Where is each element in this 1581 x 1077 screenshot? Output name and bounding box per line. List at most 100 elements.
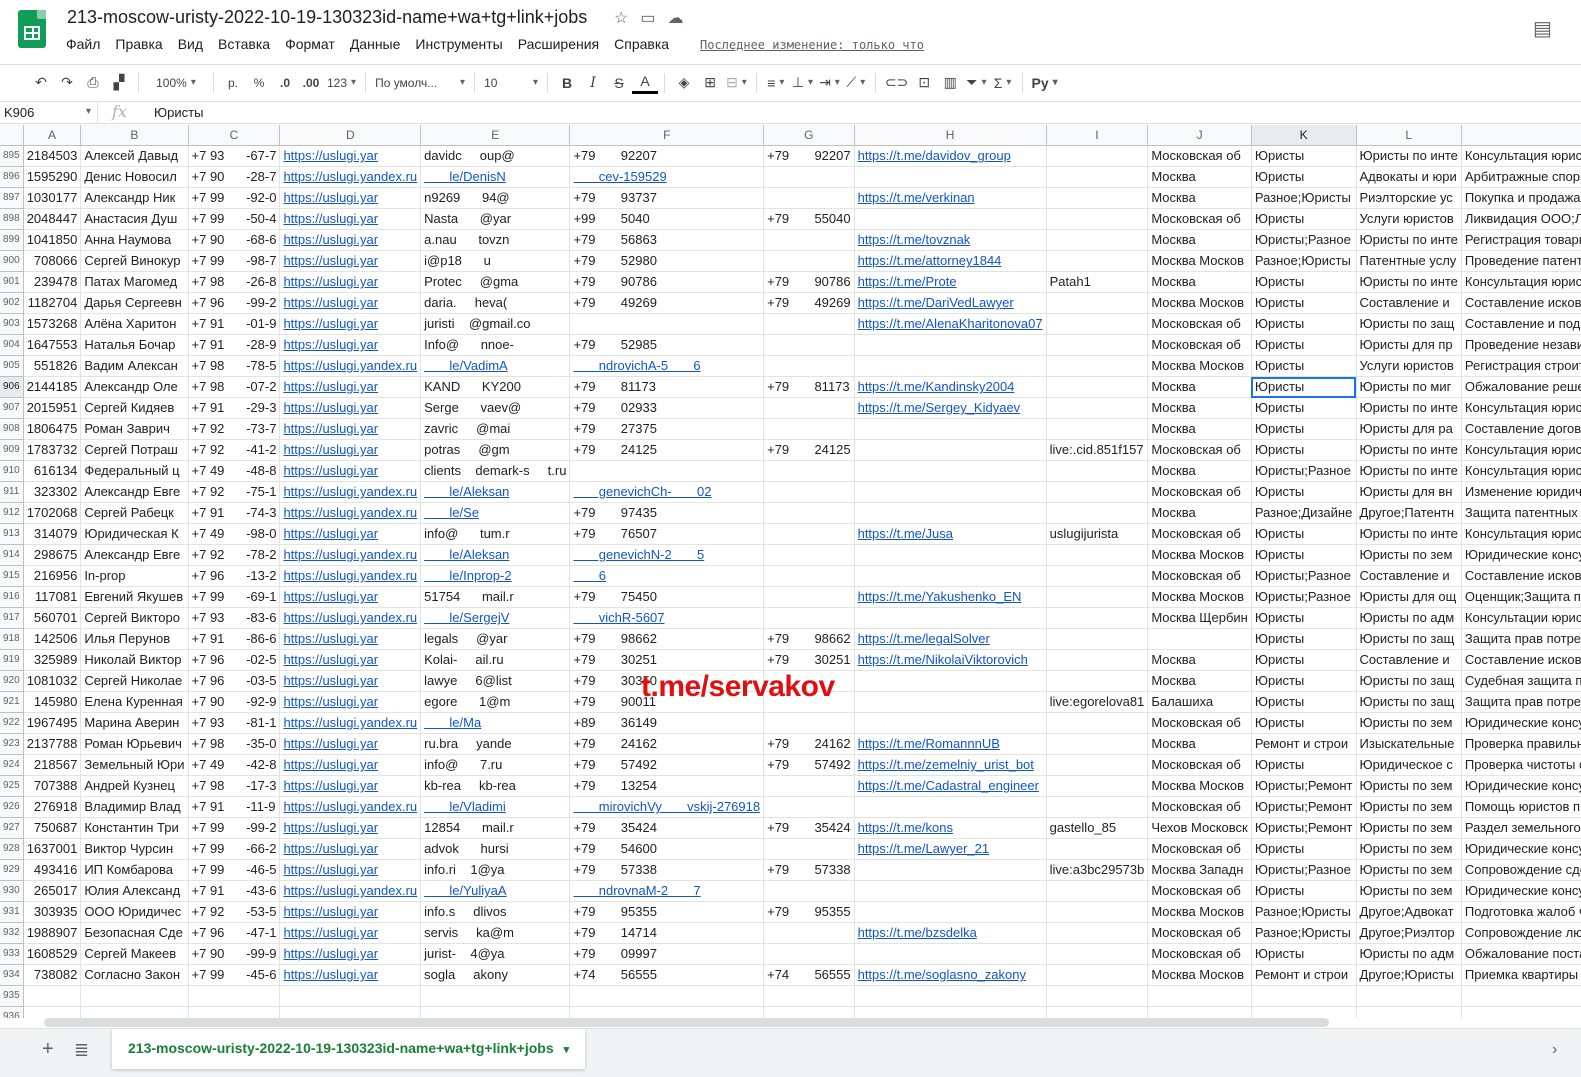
horizontal-align-icon[interactable]: ≡ bbox=[763, 69, 789, 97]
cell-b[interactable]: ИП Комбарова bbox=[80, 859, 189, 882]
last-edit-link[interactable]: Последнее изменение: только что bbox=[700, 38, 924, 52]
cell-l[interactable]: Юристы по инте bbox=[1356, 271, 1462, 294]
cell-a[interactable]: 2048447 bbox=[23, 208, 82, 231]
cell-c[interactable]: +7 99 -69-1 bbox=[188, 586, 281, 609]
cell-k[interactable] bbox=[1251, 1006, 1357, 1018]
cell-c[interactable]: +7 98 -17-3 bbox=[188, 775, 281, 798]
cell-c[interactable]: +7 90 -28-7 bbox=[188, 166, 281, 189]
cell-a[interactable]: 2015951 bbox=[23, 397, 82, 420]
cell-c[interactable]: +7 90 -68-6 bbox=[188, 229, 281, 252]
cell-i[interactable] bbox=[1046, 502, 1149, 525]
cell-j[interactable] bbox=[1147, 985, 1252, 1008]
row-header[interactable]: 900 bbox=[0, 250, 24, 273]
column-header-m[interactable]: M bbox=[1461, 125, 1581, 147]
cell-c[interactable]: +7 96 -02-5 bbox=[188, 649, 281, 672]
cell-k[interactable]: Юристы;Разное bbox=[1251, 859, 1357, 882]
cell-a[interactable]: 145980 bbox=[23, 691, 82, 714]
cell-k[interactable]: Юристы;Ремонт bbox=[1251, 796, 1357, 819]
cell-j[interactable] bbox=[1147, 628, 1252, 651]
sheets-logo-icon[interactable] bbox=[18, 10, 46, 48]
row-header[interactable]: 929 bbox=[0, 859, 24, 882]
row-header[interactable]: 907 bbox=[0, 397, 24, 420]
cell-m[interactable]: Консультации юристов по административным… bbox=[1461, 607, 1581, 630]
cell-a[interactable]: 1081032 bbox=[23, 670, 82, 693]
cell-d[interactable]: https://uslugi.yar bbox=[279, 439, 422, 462]
column-header-i[interactable]: I bbox=[1046, 125, 1149, 147]
cell-k[interactable]: Юристы bbox=[1251, 271, 1357, 294]
cell-b[interactable]: ООО Юридичес bbox=[80, 901, 189, 924]
cell-j[interactable]: Москва Москов bbox=[1147, 292, 1252, 315]
cell-c[interactable]: +7 98 -07-2 bbox=[188, 376, 281, 399]
cell-i[interactable] bbox=[1046, 901, 1149, 924]
cell-l[interactable]: Составление и bbox=[1356, 292, 1462, 315]
add-sheet-icon[interactable]: + bbox=[42, 1038, 54, 1061]
cell-k[interactable]: Юристы bbox=[1251, 880, 1357, 903]
cell-a[interactable]: 314079 bbox=[23, 523, 82, 546]
cell-f[interactable]: +89 36149 bbox=[569, 712, 765, 735]
cell-b[interactable]: Безопасная Сде bbox=[80, 922, 189, 945]
cell-b[interactable]: In-prop bbox=[80, 565, 189, 588]
cell-d[interactable]: https://uslugi.yar bbox=[279, 649, 422, 672]
cell-m[interactable]: Консультация юриста по защите интеллекту… bbox=[1461, 523, 1581, 546]
cell-j[interactable]: Московская об bbox=[1147, 565, 1252, 588]
cell-e[interactable]: daria. heva( bbox=[420, 292, 571, 315]
cell-d[interactable]: https://uslugi.yandex.ru bbox=[279, 607, 422, 630]
cell-k[interactable]: Разное;Юристы bbox=[1251, 250, 1357, 273]
row-header[interactable]: 901 bbox=[0, 271, 24, 294]
cell-e[interactable]: info@ 7.ru bbox=[420, 754, 571, 777]
cell-l[interactable]: Юристы по инте bbox=[1356, 145, 1462, 168]
cell-i[interactable] bbox=[1046, 712, 1149, 735]
cell-d[interactable]: https://uslugi.yandex.ru bbox=[279, 712, 422, 735]
cell-g[interactable] bbox=[763, 880, 855, 903]
cell-b[interactable]: Согласно Закон bbox=[80, 964, 189, 987]
cell-k[interactable]: Юристы bbox=[1251, 754, 1357, 777]
cell-h[interactable]: https://t.me/NikolaiViktorovich bbox=[854, 649, 1047, 672]
cell-f[interactable]: +79 49269 bbox=[569, 292, 765, 315]
column-header-g[interactable]: G bbox=[763, 125, 855, 147]
cell-a[interactable]: 1637001 bbox=[23, 838, 82, 861]
cell-e[interactable]: Protec @gma bbox=[420, 271, 571, 294]
cell-e[interactable]: lawye 6@list bbox=[420, 670, 571, 693]
cell-b[interactable]: Сергей Винокур bbox=[80, 250, 189, 273]
cell-g[interactable] bbox=[763, 838, 855, 861]
cell-e[interactable]: sogla akony bbox=[420, 964, 571, 987]
cell-k[interactable]: Юристы;Разное bbox=[1251, 229, 1357, 252]
cell-b[interactable]: Сергей Викторо bbox=[80, 607, 189, 630]
cell-f[interactable]: +79 54600 bbox=[569, 838, 765, 861]
cell-i[interactable] bbox=[1046, 649, 1149, 672]
cell-e[interactable]: a.nau tovzn bbox=[420, 229, 571, 252]
row-header[interactable]: 933 bbox=[0, 943, 24, 966]
cell-k[interactable]: Юристы bbox=[1251, 439, 1357, 462]
cell-j[interactable] bbox=[1147, 1006, 1252, 1018]
cell-i[interactable] bbox=[1046, 943, 1149, 966]
cell-m[interactable]: Составление исковых заявлений;Консультац… bbox=[1461, 565, 1581, 588]
column-header-k[interactable]: K bbox=[1251, 125, 1357, 147]
cell-k[interactable]: Юристы bbox=[1251, 166, 1357, 189]
cell-j[interactable]: Московская об bbox=[1147, 208, 1252, 231]
cell-k[interactable] bbox=[1251, 985, 1357, 1008]
cell-b[interactable]: Дарья Сергеевн bbox=[80, 292, 189, 315]
cell-j[interactable]: Балашиха bbox=[1147, 691, 1252, 714]
cell-e[interactable]: Nasta @yar bbox=[420, 208, 571, 231]
cell-f[interactable]: genevichCh- 02 bbox=[569, 481, 765, 504]
fill-color-icon[interactable]: ◈ bbox=[671, 69, 697, 97]
cell-a[interactable] bbox=[23, 1006, 82, 1018]
cell-j[interactable]: Московская об bbox=[1147, 439, 1252, 462]
cell-e[interactable]: servis ka@m bbox=[420, 922, 571, 945]
cell-j[interactable]: Московская об bbox=[1147, 796, 1252, 819]
row-header[interactable]: 921 bbox=[0, 691, 24, 714]
cell-d[interactable]: https://uslugi.yandex.ru bbox=[279, 166, 422, 189]
column-header-e[interactable]: E bbox=[420, 125, 571, 147]
row-header[interactable]: 908 bbox=[0, 418, 24, 441]
italic-icon[interactable]: I bbox=[580, 69, 606, 97]
cell-m[interactable]: Оценщик;Защита прав потребителей при воз… bbox=[1461, 586, 1581, 609]
cell-l[interactable]: Другое;Риэлтор bbox=[1356, 922, 1462, 945]
menu-item[interactable]: Вид bbox=[178, 36, 203, 52]
row-header[interactable]: 896 bbox=[0, 166, 24, 189]
cell-d[interactable]: https://uslugi.yar bbox=[279, 586, 422, 609]
cell-a[interactable]: 276918 bbox=[23, 796, 82, 819]
cell-h[interactable] bbox=[854, 355, 1047, 378]
cell-g[interactable] bbox=[763, 712, 855, 735]
row-header[interactable]: 932 bbox=[0, 922, 24, 945]
cell-i[interactable] bbox=[1046, 1006, 1149, 1018]
